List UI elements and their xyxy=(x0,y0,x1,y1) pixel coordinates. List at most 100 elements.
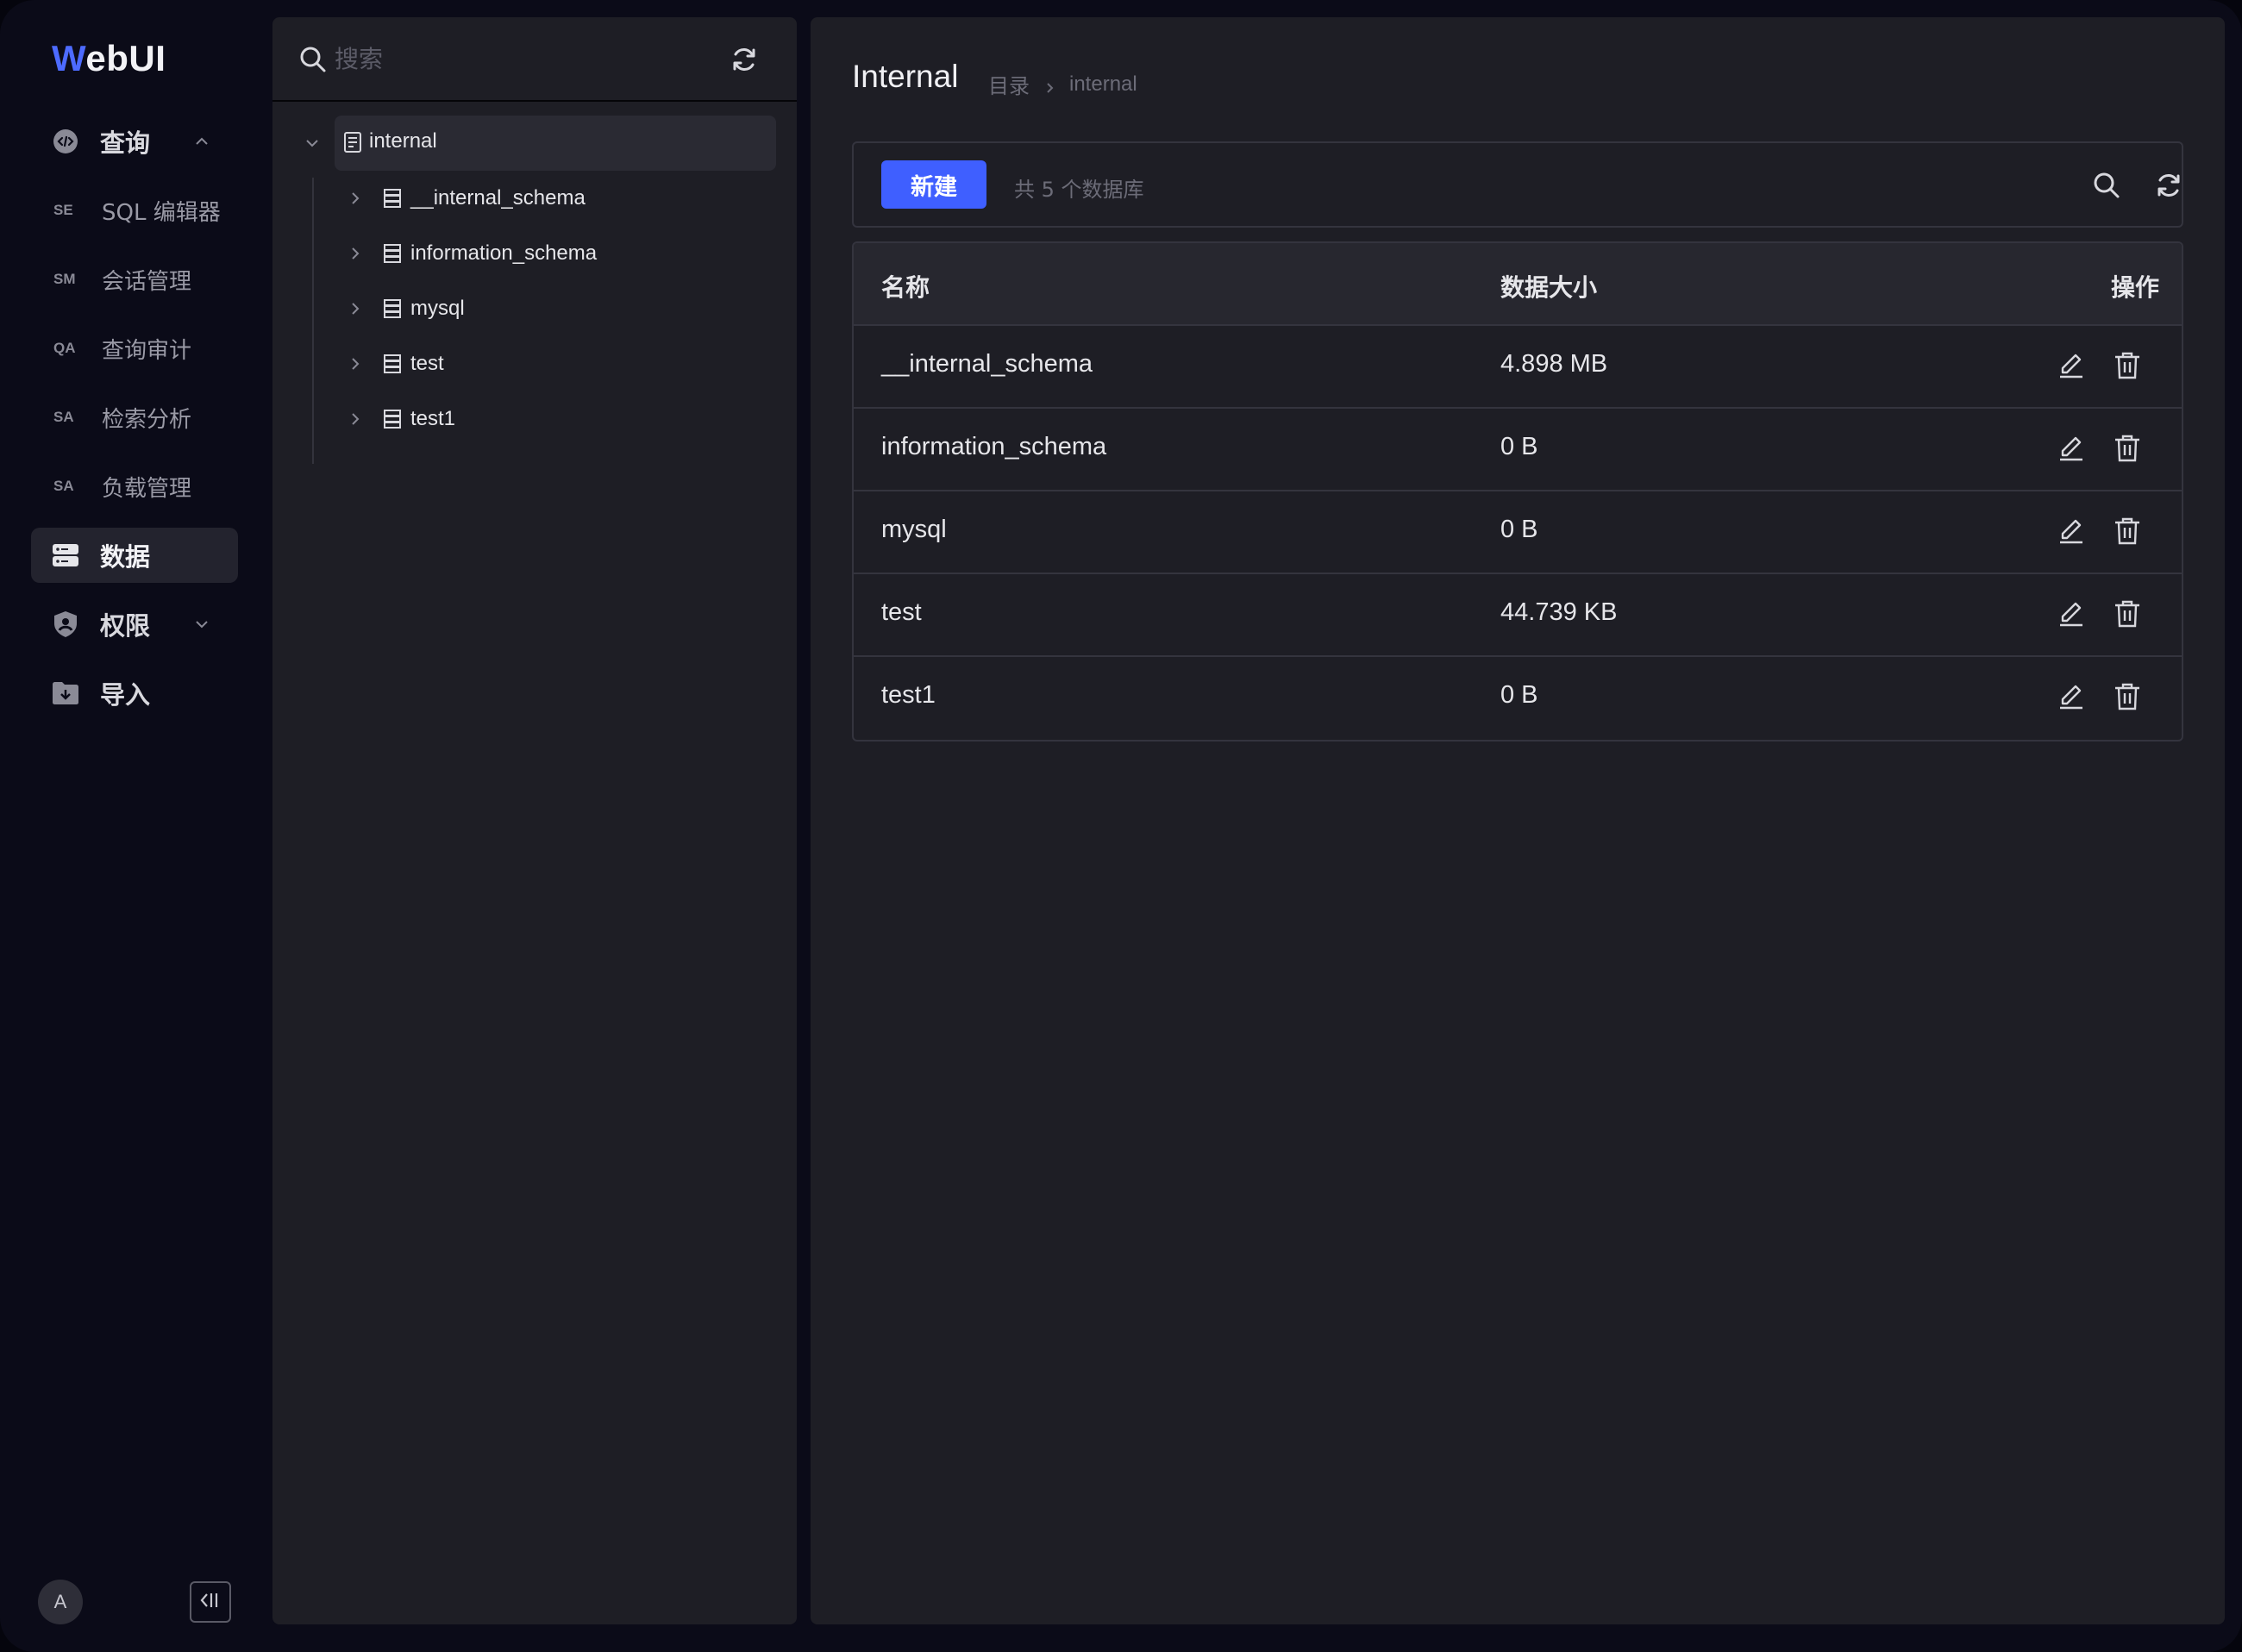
column-header-actions: 操作 xyxy=(2111,273,2160,302)
main-panel: Internal 目录 internal 新建 共 5 个数据库 名称 数据大小… xyxy=(811,17,2225,1624)
chevron-right-icon[interactable] xyxy=(343,186,367,210)
tree-search-input[interactable] xyxy=(335,40,697,78)
chevron-right-icon[interactable] xyxy=(343,241,367,266)
breadcrumb: 目录 internal xyxy=(988,69,1137,99)
table-row[interactable]: test 44.739 KB xyxy=(854,574,2182,657)
nav-abbr: QA xyxy=(53,340,76,356)
tree-guide-line xyxy=(312,178,314,464)
cell-size: 4.898 MB xyxy=(1500,350,1608,378)
nav-item-workload-management[interactable]: SA 负载管理 xyxy=(31,459,238,514)
nav-item-session-management[interactable]: SM 会话管理 xyxy=(31,252,238,307)
delete-icon[interactable] xyxy=(2113,433,2142,464)
edit-icon[interactable] xyxy=(2056,598,2087,629)
nav-item-permissions[interactable]: 权限 xyxy=(31,597,238,652)
nav-label: 权限 xyxy=(100,611,151,641)
tree-root-label: internal xyxy=(369,129,437,153)
nav-item-sql-editor[interactable]: SE SQL 编辑器 xyxy=(31,183,238,238)
tree-node-label: test1 xyxy=(410,407,456,430)
tree-node[interactable]: __internal_schema xyxy=(343,172,774,224)
search-icon[interactable] xyxy=(2092,171,2121,200)
sidebar: WebUI 查询 SE SQL 编辑器 SM 会话管理 QA 查询审计 SA 检… xyxy=(0,0,259,1652)
nav-abbr: SA xyxy=(53,409,74,425)
nav-label: 查询审计 xyxy=(102,337,192,364)
code-bubble-icon xyxy=(52,128,79,155)
database-icon xyxy=(383,298,404,321)
tree-root-node[interactable]: internal xyxy=(306,116,776,171)
nav-abbr: SM xyxy=(53,271,76,287)
database-count: 共 5 个数据库 xyxy=(1014,178,1144,202)
nav-item-query[interactable]: 查询 xyxy=(31,114,238,169)
delete-icon[interactable] xyxy=(2113,516,2142,547)
breadcrumb-item: internal xyxy=(1069,72,1137,96)
app-window: WebUI 查询 SE SQL 编辑器 SM 会话管理 QA 查询审计 SA 检… xyxy=(0,0,2242,1652)
nav-label: 查询 xyxy=(100,128,151,158)
tree-node-label: __internal_schema xyxy=(410,186,586,210)
nav-label: 检索分析 xyxy=(102,406,192,433)
table-row[interactable]: test1 0 B xyxy=(854,657,2182,740)
tree-node-label: mysql xyxy=(410,297,465,320)
nav-item-import[interactable]: 导入 xyxy=(31,666,238,721)
chevron-down-icon xyxy=(190,612,214,636)
nav-label: 导入 xyxy=(100,680,151,710)
chevron-right-icon xyxy=(1042,77,1057,93)
database-icon xyxy=(383,409,404,431)
delete-icon[interactable] xyxy=(2113,350,2142,381)
tree-node[interactable]: information_schema xyxy=(343,228,774,279)
tree-node-label: test xyxy=(410,352,444,375)
chevron-right-icon[interactable] xyxy=(343,352,367,376)
nav-item-query-audit[interactable]: QA 查询审计 xyxy=(31,321,238,376)
refresh-icon[interactable] xyxy=(2154,171,2183,200)
nav-label: 负载管理 xyxy=(102,475,192,502)
page-title: Internal xyxy=(852,59,959,94)
table-row[interactable]: mysql 0 B xyxy=(854,491,2182,574)
chevron-right-icon[interactable] xyxy=(343,297,367,321)
cell-size: 44.739 KB xyxy=(1500,598,1618,626)
cell-name[interactable]: information_schema xyxy=(881,433,1106,461)
folder-download-icon xyxy=(52,679,79,707)
collapse-icon xyxy=(198,1590,222,1614)
catalog-icon xyxy=(343,131,366,155)
logo: WebUI xyxy=(52,38,166,78)
catalog-tree-panel: internal __internal_schema information_s… xyxy=(272,17,797,1624)
edit-icon[interactable] xyxy=(2056,516,2087,547)
new-database-button[interactable]: 新建 xyxy=(881,160,986,209)
delete-icon[interactable] xyxy=(2113,598,2142,629)
nav-item-data[interactable]: 数据 xyxy=(31,528,238,583)
table-row[interactable]: information_schema 0 B xyxy=(854,409,2182,491)
column-header-name: 名称 xyxy=(881,273,930,302)
collapse-sidebar-button[interactable] xyxy=(190,1581,231,1623)
nav-label: 会话管理 xyxy=(102,268,192,295)
chevron-down-icon[interactable] xyxy=(300,131,324,155)
database-icon xyxy=(52,541,79,569)
edit-icon[interactable] xyxy=(2056,350,2087,381)
shield-icon xyxy=(52,610,79,638)
database-icon xyxy=(383,243,404,266)
tree-node[interactable]: test1 xyxy=(343,393,774,445)
column-header-size: 数据大小 xyxy=(1500,273,1598,302)
nav-label: SQL 编辑器 xyxy=(102,199,221,226)
table-toolbar: 新建 共 5 个数据库 xyxy=(852,141,2183,228)
tree-node[interactable]: test xyxy=(343,338,774,390)
cell-name[interactable]: mysql xyxy=(881,516,947,544)
cell-size: 0 B xyxy=(1500,681,1538,709)
edit-icon[interactable] xyxy=(2056,433,2087,464)
nav-label: 数据 xyxy=(100,542,151,572)
chevron-up-icon xyxy=(190,129,214,153)
chevron-right-icon[interactable] xyxy=(343,407,367,431)
avatar[interactable]: A xyxy=(38,1580,83,1624)
database-icon xyxy=(383,354,404,376)
database-table: 名称 数据大小 操作 __internal_schema 4.898 MB in… xyxy=(852,241,2183,742)
edit-icon[interactable] xyxy=(2056,681,2087,712)
breadcrumb-item[interactable]: 目录 xyxy=(988,69,1030,99)
refresh-icon[interactable] xyxy=(730,45,759,74)
cell-name[interactable]: test xyxy=(881,598,922,627)
delete-icon[interactable] xyxy=(2113,681,2142,712)
nav-abbr: SE xyxy=(53,202,73,218)
nav-item-search-analysis[interactable]: SA 检索分析 xyxy=(31,390,238,445)
table-row[interactable]: __internal_schema 4.898 MB xyxy=(854,326,2182,409)
cell-name[interactable]: test1 xyxy=(881,681,936,710)
cell-name[interactable]: __internal_schema xyxy=(881,350,1093,379)
table-header: 名称 数据大小 操作 xyxy=(854,243,2182,326)
tree-node[interactable]: mysql xyxy=(343,283,774,335)
cell-size: 0 B xyxy=(1500,433,1538,460)
